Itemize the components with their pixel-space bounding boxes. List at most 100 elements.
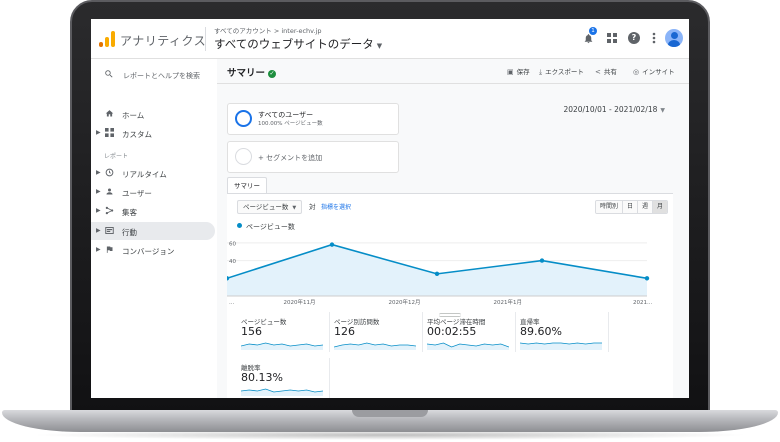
kpi-value: 156 [241, 325, 262, 338]
app-name[interactable]: アナリティクス [120, 32, 206, 49]
sidebar-item-label: リアルタイム [122, 170, 167, 179]
kpi-tile[interactable]: ページ別訪問数 126 [330, 312, 423, 352]
caret-down-icon: ▼ [660, 107, 665, 114]
kpi-tile[interactable]: ページビュー数 156 [237, 312, 330, 352]
sidebar-item-home[interactable]: ホーム [91, 105, 215, 123]
sidebar-item-label: ホーム [122, 111, 145, 120]
download-icon: ⤓ [539, 68, 543, 76]
help-icon[interactable]: ? [627, 31, 641, 45]
search-input[interactable]: レポートとヘルプを検索 [123, 71, 200, 81]
person-icon [104, 187, 114, 197]
kpi-tile[interactable]: 離脱率 80.13% [237, 358, 330, 398]
tab-summary[interactable]: サマリー [227, 177, 267, 194]
home-icon [104, 109, 114, 119]
share-icon: < [595, 68, 601, 76]
main-content: サマリー ✓ ▣ 保存 ⤓ エクスポート < 共有 ◎ インサイト すべてのユーザー 10… [217, 59, 689, 398]
select-metric-link[interactable]: 指標を選択 [321, 202, 351, 211]
analytics-logo-icon[interactable] [99, 31, 115, 47]
kpi-sparkline [241, 388, 323, 396]
kpi-value: 00:02:55 [427, 325, 477, 338]
kpi-sparkline [241, 342, 323, 350]
sidebar-item-realtime[interactable]: ▶ リアルタイム [91, 164, 215, 182]
kpi-summary-grid: ページビュー数 156 ページ別訪問数 126 平均ページ滞在時間 00:02:55 直帰率… [237, 312, 637, 398]
notifications-bell-icon[interactable]: 1 [581, 27, 597, 45]
more-vert-icon[interactable] [647, 31, 661, 45]
view-selector[interactable]: すべてのウェブサイトのデータ ▼ [214, 36, 382, 52]
kpi-sparkline [334, 342, 416, 350]
chevron-right-icon: ▶ [96, 129, 101, 136]
granularity-button-1[interactable]: 日 [623, 201, 639, 213]
chevron-right-icon: ▶ [96, 169, 101, 176]
sidebar-item-conversions[interactable]: ▶ コンバージョン [91, 241, 215, 259]
summary-panel: ページビュー数▼ 対 指標を選択 時間別日週月 ページビュー数 604020..… [227, 194, 673, 398]
sparkline-area [520, 343, 602, 350]
acquisition-icon [104, 206, 114, 216]
export-button[interactable]: ⤓ エクスポート [539, 66, 584, 78]
date-range-picker[interactable]: 2020/10/01 - 2021/02/18 ▼ [563, 105, 665, 114]
y-tick-label: 60 [229, 241, 236, 247]
chevron-right-icon: ▶ [96, 207, 101, 214]
data-point[interactable] [539, 258, 545, 263]
sidebar-item-label: カスタム [122, 130, 152, 139]
grid-icon [104, 128, 114, 138]
search-icon [104, 69, 114, 82]
account-avatar[interactable] [665, 29, 683, 47]
versus-label: 対 [309, 203, 316, 211]
share-label: 共有 [603, 68, 617, 76]
toolbar-divider [217, 83, 689, 84]
view-title: すべてのウェブサイトのデータ [214, 37, 374, 51]
metric-select-dropdown[interactable]: ページビュー数 ▼ [237, 200, 303, 214]
add-segment-label: + セグメントを追加 [258, 154, 323, 162]
sparkline-area [334, 343, 416, 350]
granularity-button-0[interactable]: 時間別 [596, 201, 624, 213]
sidebar-item-behavior[interactable]: ▶ 行動 [91, 222, 215, 240]
sparkline-area [241, 389, 323, 396]
sidebar-item-acquisition[interactable]: ▶ 集客 [91, 202, 215, 220]
kpi-sparkline [520, 342, 602, 350]
behavior-icon [104, 226, 114, 236]
page-title-text: サマリー [227, 68, 266, 79]
x-tick-label: ... [229, 300, 234, 306]
kpi-tile[interactable]: 平均ページ滞在時間 00:02:55 [423, 312, 516, 352]
clock-icon [104, 168, 114, 178]
sidebar-item-label: コンバージョン [122, 247, 175, 256]
share-button[interactable]: < 共有 [595, 66, 617, 78]
x-tick-label: 2020年12月 [389, 298, 421, 306]
series-area [227, 244, 647, 296]
save-label: 保存 [516, 68, 530, 76]
segment-all-users[interactable]: すべてのユーザー 100.00% ページビュー数 [227, 103, 399, 135]
granularity-button-2[interactable]: 週 [638, 201, 654, 213]
verified-check-icon: ✓ [268, 70, 277, 78]
insight-button[interactable]: ◎ インサイト [633, 66, 675, 78]
caret-down-icon: ▼ [292, 205, 297, 211]
sidebar-item-custom[interactable]: ▶ カスタム [91, 124, 215, 142]
insight-icon: ◎ [633, 68, 640, 76]
save-button[interactable]: ▣ 保存 [507, 66, 530, 78]
x-tick-label: 2020年11月 [284, 298, 316, 306]
page-title: サマリー ✓ [227, 65, 277, 79]
data-point[interactable] [329, 242, 335, 247]
data-point[interactable] [434, 271, 440, 277]
header-divider [205, 27, 206, 51]
add-segment-button[interactable]: + セグメントを追加 [227, 141, 399, 173]
x-tick-label: 2021年1月 [494, 298, 523, 306]
laptop-notch [352, 410, 428, 417]
chevron-right-icon: ▶ [96, 227, 101, 234]
save-icon: ▣ [507, 68, 514, 76]
data-point[interactable] [644, 276, 650, 281]
sidebar-item-users[interactable]: ▶ ユーザー [91, 183, 215, 201]
notification-badge: 1 [589, 27, 597, 35]
chevron-right-icon: ▶ [96, 246, 101, 253]
kpi-tile[interactable]: 直帰率 89.60% [516, 312, 609, 352]
granularity-button-3[interactable]: 月 [653, 201, 668, 213]
export-label: エクスポート [545, 68, 584, 76]
empty-circle-icon [235, 148, 252, 165]
apps-grid-icon[interactable] [605, 31, 619, 45]
kpi-value: 80.13% [241, 371, 283, 384]
pageviews-line-chart[interactable]: 604020...2020年11月2020年12月2021年1月2021... [227, 230, 673, 312]
sidebar: レポートとヘルプを検索 ホーム ▶ カスタム レポート ▶ リアルタイム ▶ ユ… [91, 59, 217, 398]
flag-icon [104, 245, 114, 255]
sidebar-search[interactable]: レポートとヘルプを検索 [91, 65, 217, 85]
account-breadcrumb[interactable]: すべてのアカウント > inter-echv.jp [214, 25, 321, 35]
reports-section-label: レポート [104, 153, 129, 160]
